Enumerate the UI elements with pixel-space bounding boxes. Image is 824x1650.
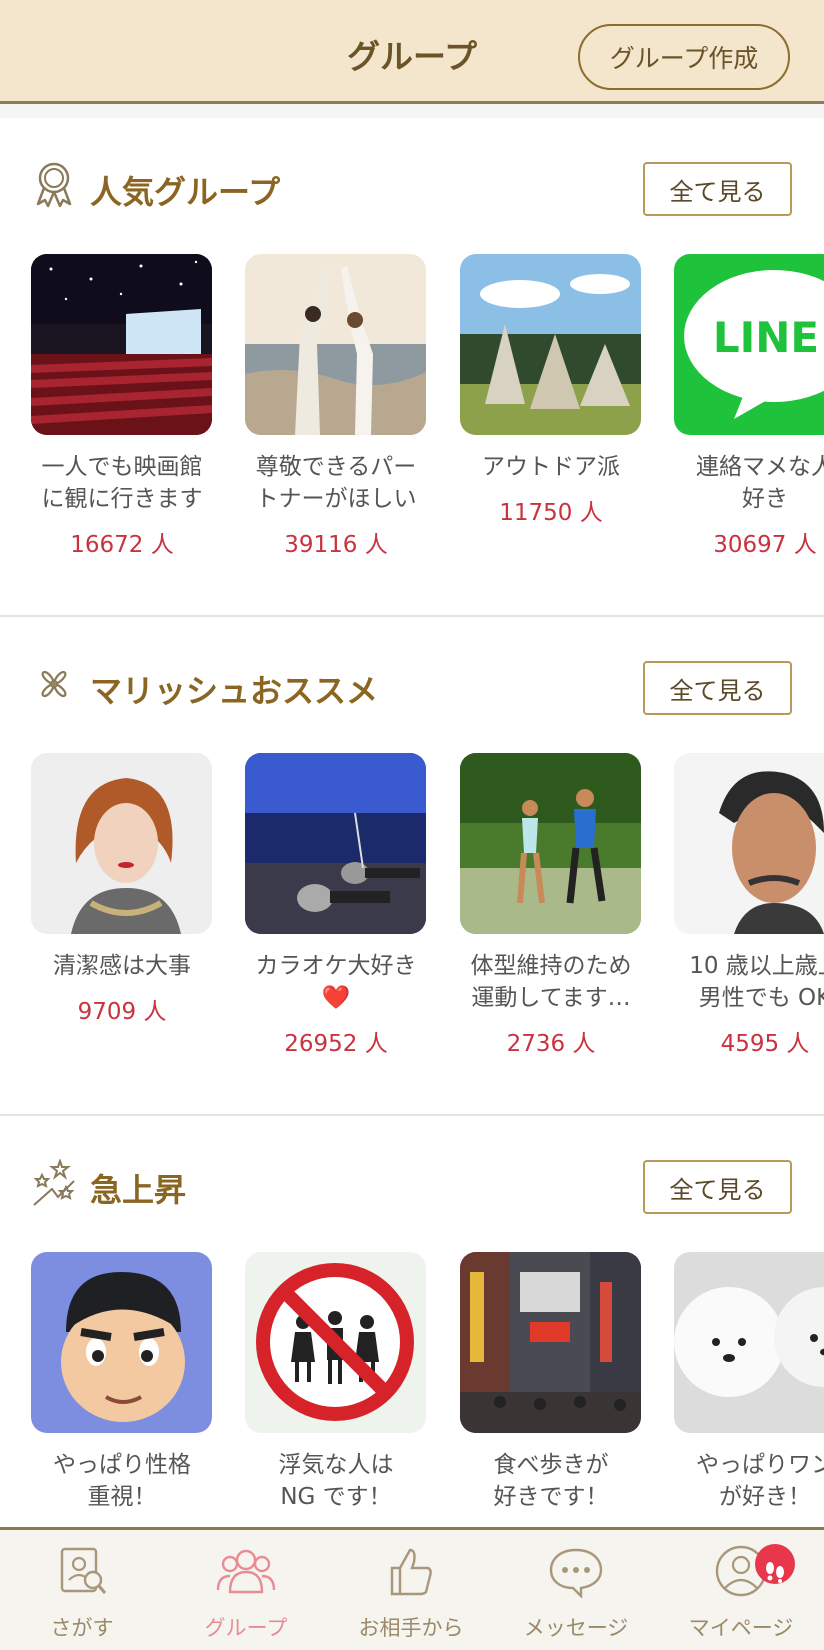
group-card[interactable]: 食べ歩きが 好きです！ (460, 1252, 642, 1513)
group-name: 浮気な人は NG です！ (278, 1452, 394, 1510)
bottom-tab-bar: さがす グループ お相手から メッセージ マイページ (0, 1527, 824, 1650)
section-title: マリッシュおススメ (90, 672, 379, 710)
award-ribbon-icon (36, 162, 72, 208)
thumbs-up-icon (390, 1548, 432, 1596)
cartoon-boy-face-image (31, 1252, 212, 1433)
group-name: 尊敬できるパー トナーがほしい (255, 454, 417, 512)
tab-label: お相手から (358, 1616, 464, 1640)
group-card[interactable]: アウトドア派 11750 人 (460, 254, 642, 527)
group-people-icon (216, 1549, 276, 1594)
trending-section: 急上昇 全て見る やっぱり性格 重視！ 浮気な人は NG です！ 食べ歩きが 好… (0, 1116, 824, 1527)
woman-portrait-photo (31, 753, 212, 934)
tab-label: マイページ (688, 1616, 794, 1640)
tab-label: グループ (204, 1616, 288, 1640)
section-title: 人気グループ (90, 173, 281, 211)
group-name: カラオケ大好き ❤️ (255, 953, 417, 1011)
group-name: 10 歳以上歳上 男性でも OK (689, 953, 824, 1011)
section-title: 急上昇 (90, 1171, 187, 1209)
chat-bubble-icon (549, 1548, 603, 1598)
popular-groups-section: 人気グループ 全て見る 一人でも映画館 に観に行きます 16672 人 尊敬でき… (0, 118, 824, 616)
tab-mypage[interactable]: マイページ (659, 1530, 823, 1650)
tab-group[interactable]: グループ (164, 1530, 328, 1650)
teepee-tents-photo (460, 254, 641, 435)
group-card[interactable]: やっぱり性格 重視！ (31, 1252, 213, 1513)
clover-icon (41, 670, 67, 698)
karaoke-microphones-photo (245, 753, 426, 934)
see-all-button[interactable]: 全て見る (643, 661, 792, 715)
group-name: 食べ歩きが 好きです！ (493, 1452, 609, 1510)
tab-label: さがす (50, 1616, 114, 1640)
footprint-icon (766, 1562, 784, 1583)
group-name: アウトドア派 (482, 454, 620, 480)
member-count: 30697 人 (713, 532, 817, 558)
group-card[interactable]: 尊敬できるパー トナーがほしい 39116 人 (245, 254, 427, 559)
movie-theater-photo (31, 254, 212, 435)
group-name: やっぱりワン が好き！ (696, 1452, 824, 1510)
group-name: 連絡マメな人 好き (696, 454, 824, 512)
group-card[interactable]: 清潔感は大事 9709 人 (31, 753, 213, 1026)
tab-messages[interactable]: メッセージ (494, 1530, 658, 1650)
create-group-button[interactable]: グループ作成 (578, 24, 790, 90)
group-card[interactable]: 10 歳以上歳上 男性でも OK 4595 人 (674, 753, 824, 1058)
member-count: 2736 人 (506, 1031, 596, 1057)
footprint-badge (755, 1544, 795, 1584)
search-profile-icon (60, 1547, 107, 1594)
see-all-button[interactable]: 全て見る (643, 162, 792, 216)
white-fluffy-dogs-photo (674, 1252, 824, 1433)
tab-label: メッセージ (523, 1616, 629, 1640)
member-count: 39116 人 (284, 532, 388, 558)
member-count: 26952 人 (284, 1031, 388, 1057)
see-all-button[interactable]: 全て見る (643, 1160, 792, 1214)
group-card[interactable]: 浮気な人は NG です！ (245, 1252, 427, 1513)
group-name: 清潔感は大事 (53, 953, 191, 979)
group-card[interactable]: やっぱりワン が好き！ (674, 1252, 824, 1513)
group-card[interactable]: 一人でも映画館 に観に行きます 16672 人 (31, 254, 213, 559)
rising-stars-icon (33, 1159, 75, 1206)
group-name: 体型維持のため 運動してます… (470, 953, 632, 1011)
member-count: 9709 人 (77, 999, 167, 1025)
member-count: 11750 人 (499, 500, 603, 526)
recommended-section: マリッシュおススメ 全て見る 清潔感は大事 9709 人 カラオケ大好き ❤️ … (0, 617, 824, 1115)
older-man-portrait-photo (674, 753, 824, 934)
line-app-logo: LINE (674, 254, 824, 435)
group-name: やっぱり性格 重視！ (53, 1452, 191, 1510)
member-count: 4595 人 (720, 1031, 810, 1057)
app-header: グループ グループ作成 (0, 0, 824, 104)
line-logo-text: LINE (713, 313, 819, 362)
header-spacer (0, 104, 824, 118)
couple-jogging-photo (460, 753, 641, 934)
no-cheating-sign-image (245, 1252, 426, 1433)
tab-search[interactable]: さがす (0, 1530, 164, 1650)
tab-likes[interactable]: お相手から (329, 1530, 493, 1650)
group-name: 一人でも映画館 に観に行きます (41, 454, 203, 512)
couple-on-beach-photo (245, 254, 426, 435)
member-count: 16672 人 (70, 532, 174, 558)
group-card[interactable]: カラオケ大好き ❤️ 26952 人 (245, 753, 427, 1058)
group-card[interactable]: LINE 連絡マメな人 好き 30697 人 (674, 254, 824, 559)
dotonbori-street-photo (460, 1252, 641, 1433)
group-card[interactable]: 体型維持のため 運動してます… 2736 人 (460, 753, 642, 1058)
